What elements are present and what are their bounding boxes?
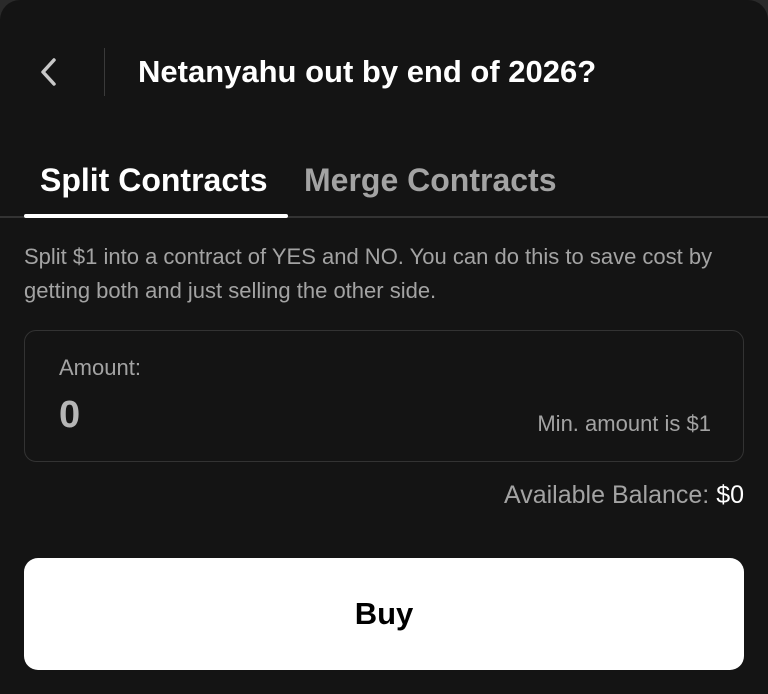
header-divider [104,48,105,96]
balance-value: $0 [716,481,744,509]
amount-input[interactable]: Amount: 0 Min. amount is $1 [24,330,744,462]
tab-split-contracts[interactable]: Split Contracts [40,160,268,200]
tab-bar: Split Contracts Merge Contracts [0,150,768,218]
modal-header: Netanyahu out by end of 2026? [0,0,768,145]
page-title: Netanyahu out by end of 2026? [138,54,597,89]
tab-merge-contracts[interactable]: Merge Contracts [304,160,557,200]
balance-label: Available Balance: [504,481,717,509]
split-description: Split $1 into a contract of YES and NO. … [24,244,713,303]
active-tab-indicator [24,214,288,218]
amount-value[interactable]: 0 [59,393,80,437]
back-button[interactable] [24,48,72,96]
amount-label: Amount: [59,355,141,380]
buy-button[interactable]: Buy [24,558,744,670]
available-balance: Available Balance: $0 [504,478,744,512]
min-amount-hint: Min. amount is $1 [537,411,711,436]
chevron-left-icon [37,55,59,89]
split-merge-modal: Netanyahu out by end of 2026? Split Cont… [0,0,768,694]
